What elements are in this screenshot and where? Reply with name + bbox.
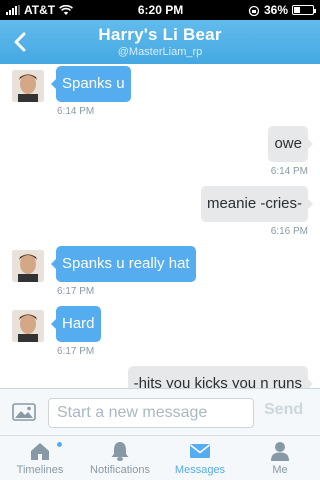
envelope-icon bbox=[190, 444, 210, 458]
photo-icon bbox=[12, 403, 36, 421]
signal-strength-icon bbox=[6, 5, 20, 15]
tab-label: Timelines bbox=[16, 464, 64, 476]
message-timestamp: 6:17 PM bbox=[57, 286, 95, 297]
conversation-title: Harry's Li Bear bbox=[98, 25, 222, 44]
message-timestamp: 6:17 PM bbox=[57, 346, 95, 357]
back-button[interactable] bbox=[6, 28, 34, 56]
tab-label: Notifications bbox=[90, 464, 150, 476]
message-bubble[interactable]: Spanks u really hat bbox=[51, 246, 196, 282]
conversation-header: Harry's Li Bear @MasterLiam_rp bbox=[0, 20, 320, 64]
status-bar: AT&T 6:20 PM 36% bbox=[0, 0, 320, 20]
add-photo-button[interactable] bbox=[12, 402, 36, 422]
message-input[interactable] bbox=[48, 398, 254, 428]
clock-time: 6:20 PM bbox=[137, 3, 184, 17]
tab-me[interactable]: Me bbox=[240, 436, 320, 480]
tab-label: Messages bbox=[174, 464, 226, 476]
conversation-handle: @MasterLiam_rp bbox=[117, 46, 203, 58]
lock-rotation-icon bbox=[248, 5, 260, 16]
compose-bar: Send bbox=[0, 388, 320, 435]
tab-messages[interactable]: Messages bbox=[160, 436, 240, 480]
message-timestamp: 6:16 PM bbox=[270, 226, 308, 237]
wifi-icon bbox=[59, 4, 74, 15]
message-bubble[interactable]: meanie -cries- bbox=[200, 186, 314, 222]
bell-icon bbox=[111, 442, 129, 461]
message-bubble[interactable]: -hits you kicks you n runs bbox=[127, 366, 314, 388]
person-icon bbox=[271, 442, 289, 461]
battery-percent: 36% bbox=[263, 3, 288, 17]
tab-label: Me bbox=[272, 464, 288, 476]
chevron-left-icon bbox=[14, 32, 26, 52]
carrier-label: AT&T bbox=[24, 3, 56, 17]
message-bubble[interactable]: Hard bbox=[51, 306, 101, 342]
message-timestamp: 6:14 PM bbox=[57, 106, 95, 117]
message-bubble[interactable]: Spanks u bbox=[51, 66, 131, 102]
sender-avatar[interactable] bbox=[12, 70, 44, 102]
battery-level bbox=[294, 7, 301, 13]
message-bubble[interactable]: owe bbox=[268, 126, 313, 162]
home-icon bbox=[31, 443, 49, 460]
message-timestamp: 6:14 PM bbox=[270, 166, 308, 177]
tab-notifications[interactable]: Notifications bbox=[80, 436, 160, 480]
sender-avatar[interactable] bbox=[12, 250, 44, 282]
message-thread[interactable]: Spanks u 6:14 PM owe 6:14 PM meanie -cri… bbox=[0, 64, 320, 388]
battery-icon bbox=[292, 5, 316, 15]
sender-avatar[interactable] bbox=[12, 310, 44, 342]
tab-bar: Timelines Notifications Messages Me bbox=[0, 435, 320, 480]
send-button[interactable]: Send bbox=[264, 401, 303, 419]
tab-timelines[interactable]: Timelines bbox=[0, 436, 80, 480]
new-items-badge bbox=[57, 442, 62, 447]
